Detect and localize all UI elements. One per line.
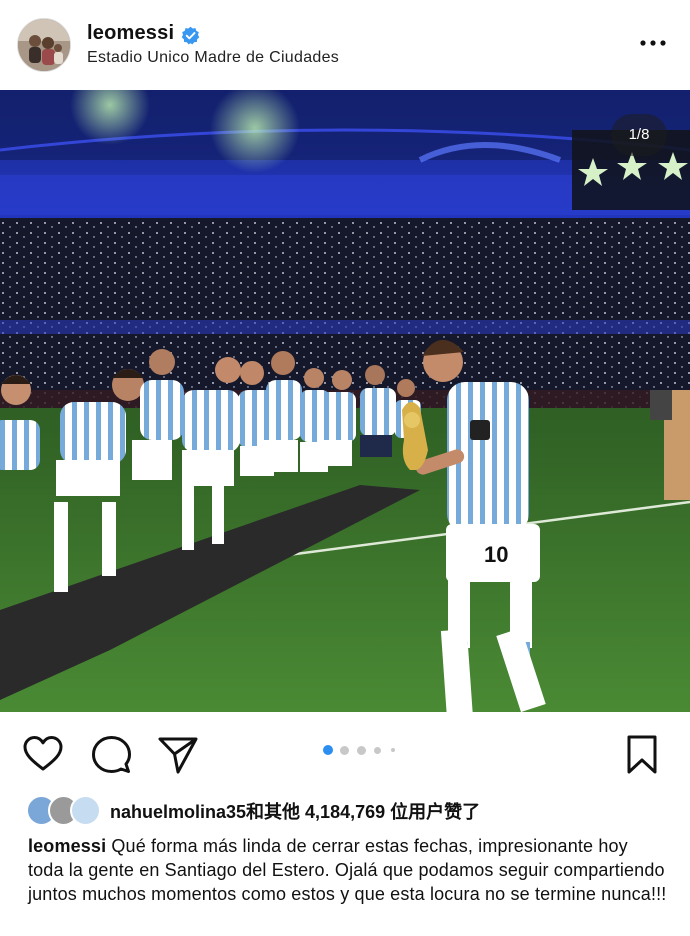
verified-badge-icon [181,26,200,45]
carousel-dot [391,748,395,752]
caption-username[interactable]: leomessi [28,836,106,856]
likes-summary[interactable]: nahuelmolina35和其他 4,184,769 位用户赞了 [110,798,480,824]
post-username[interactable]: leomessi [87,22,174,45]
stadium-celebration-image: 10 [0,90,690,712]
bookmark-icon[interactable] [624,734,660,776]
profile-avatar[interactable] [17,18,71,72]
carousel-dot [374,747,381,754]
more-options-icon[interactable] [638,33,668,53]
post-header: leomessi Estadio Unico Madre de Ciudades [0,0,690,90]
post-location[interactable]: Estadio Unico Madre de Ciudades [87,49,339,67]
comment-icon[interactable] [90,734,132,776]
carousel-dot-active [323,745,333,755]
heart-icon[interactable] [22,734,64,776]
send-icon[interactable] [157,734,199,776]
likes-user[interactable]: nahuelmolina35 [110,802,246,822]
post-photo[interactable]: 10 [0,90,690,712]
jersey-number: 10 [484,542,508,567]
liker-avatars[interactable] [26,795,106,826]
carousel-dot [340,746,349,755]
post-caption: leomessi Qué forma más linda de cerrar e… [28,834,668,906]
caption-text: Qué forma más linda de cerrar estas fech… [28,836,667,904]
image-counter: 1/8 [611,114,667,156]
likes-count-text[interactable]: 和其他 4,184,769 位用户赞了 [246,802,480,822]
liker-avatar [70,795,101,826]
carousel-dot [357,746,366,755]
